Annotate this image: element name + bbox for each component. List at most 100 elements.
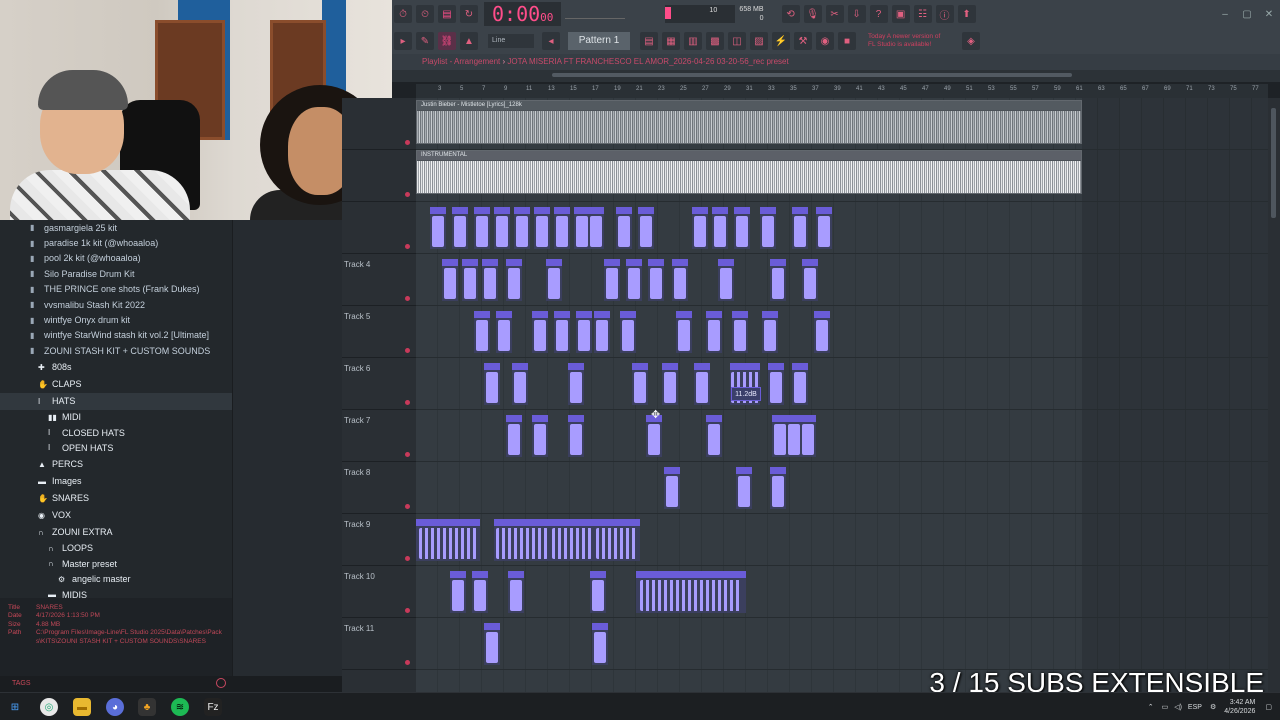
audio-clip-labeled[interactable]: JOTA MISERIA F_19-52_rec preset: [636, 571, 746, 613]
news-ticker[interactable]: Today A newer version of FL Studio is av…: [868, 33, 960, 49]
track-header[interactable]: Track 4: [342, 254, 416, 306]
clock[interactable]: 3:42 AM 4/26/2026: [1224, 698, 1255, 716]
audio-clip-labeled[interactable]: 30T..preset: [416, 519, 480, 561]
audio-clip[interactable]: [506, 415, 522, 457]
track-header[interactable]: Track 11: [342, 618, 416, 670]
track-header[interactable]: [342, 202, 416, 254]
mixer-window-icon[interactable]: ▩: [706, 32, 724, 50]
mic-input-icon[interactable]: ◉: [816, 32, 834, 50]
audio-clip-labeled[interactable]: ..preset: [594, 519, 640, 561]
audio-clip[interactable]: [554, 311, 570, 353]
tray-chevron-icon[interactable]: ⌃: [1148, 703, 1154, 711]
snap-select[interactable]: Line: [488, 34, 534, 48]
audio-clip-instrumental[interactable]: INSTRUMENTAL: [416, 150, 1082, 194]
track-record-icon[interactable]: [405, 192, 410, 197]
channel-rack-icon[interactable]: ▦: [662, 32, 680, 50]
download-icon[interactable]: ⇩: [847, 5, 866, 23]
undo-icon[interactable]: ⟲: [781, 5, 800, 23]
audio-clip[interactable]: [508, 571, 524, 613]
system-tray[interactable]: ⌃ ▭ ◁) ESP ⚙ 3:42 AM 4/26/2026 ▢: [1148, 696, 1272, 718]
audio-clip[interactable]: [664, 467, 680, 509]
browser-folder[interactable]: ▮ wintfye StarWind stash kit vol.2 [Ultim…: [0, 328, 232, 343]
audio-clip[interactable]: [620, 311, 636, 353]
audio-clip[interactable]: [546, 259, 562, 301]
browser-folder[interactable]: ▮ Silo Paradise Drum Kit: [0, 266, 232, 281]
audio-clip[interactable]: [588, 207, 604, 249]
audio-clip[interactable]: [506, 259, 522, 301]
audio-clip[interactable]: [494, 207, 510, 249]
audio-clip[interactable]: [496, 311, 512, 353]
track-header[interactable]: Track 5: [342, 306, 416, 358]
audio-clip[interactable]: [450, 571, 466, 613]
browser-subfolder[interactable]: ✋ SNARES: [0, 490, 232, 507]
wait-icon[interactable]: ⏲: [416, 5, 434, 23]
wrench-icon[interactable]: ⚒: [794, 32, 812, 50]
audio-clip[interactable]: [532, 311, 548, 353]
horizontal-scrollbar[interactable]: [392, 70, 1280, 82]
track-header[interactable]: Track 6: [342, 358, 416, 410]
plug-icon[interactable]: ⚡: [772, 32, 790, 50]
loop-record-icon[interactable]: ↻: [460, 5, 478, 23]
minimize-icon[interactable]: –: [1216, 5, 1234, 23]
audio-clip[interactable]: [694, 363, 710, 405]
track-record-icon[interactable]: [405, 556, 410, 561]
browser-subfolder[interactable]: I HATS: [0, 392, 232, 410]
settings-icon[interactable]: ⚙: [1210, 703, 1216, 711]
browser-scroll[interactable]: [232, 676, 342, 692]
browser-subfolder[interactable]: ▲ PERCS: [0, 456, 232, 473]
browser-subfolder[interactable]: ▮▮ MIDI: [0, 410, 232, 425]
audio-clip[interactable]: [792, 363, 808, 405]
browser-subfolder[interactable]: ✋ CLAPS: [0, 376, 232, 393]
network-icon[interactable]: ▭: [1162, 703, 1169, 711]
plugin-icon[interactable]: ◫: [728, 32, 746, 50]
audio-clip[interactable]: [442, 259, 458, 301]
audio-clip[interactable]: [474, 311, 490, 353]
volume-icon[interactable]: ◁): [1174, 703, 1182, 711]
track-record-icon[interactable]: [405, 244, 410, 249]
link-icon[interactable]: ⛓: [438, 32, 456, 50]
audio-clip[interactable]: [792, 207, 808, 249]
browser-folder[interactable]: ▮ THE PRINCE one shots (Frank Dukes): [0, 282, 232, 297]
audio-clip-labeled[interactable]: ..eset: [550, 519, 594, 561]
audio-clip[interactable]: [534, 207, 550, 249]
track-record-icon[interactable]: [405, 608, 410, 613]
browser-folder[interactable]: ▮ gasmargiela 25 kit: [0, 220, 232, 235]
timeline-ruler[interactable]: 3 5 7 9 11 13 15 17 19 21 23 25 27 29 31 33 35 37 39 41 43 45…: [416, 84, 1268, 98]
pattern-prev-icon[interactable]: ◂: [542, 32, 560, 50]
audio-clip[interactable]: [718, 259, 734, 301]
notification-icon[interactable]: ▢: [1265, 703, 1272, 711]
audio-clip[interactable]: [604, 259, 620, 301]
audio-clip[interactable]: [576, 311, 592, 353]
audio-clip[interactable]: [662, 363, 678, 405]
audio-clip[interactable]: [770, 259, 786, 301]
browser-subfolder[interactable]: ⚙ angelic master: [0, 571, 232, 586]
playlist-icon[interactable]: ▤: [640, 32, 658, 50]
stop-icon[interactable]: ■: [838, 32, 856, 50]
arrow-icon[interactable]: ▸: [394, 32, 412, 50]
export-icon[interactable]: ⬆: [957, 5, 976, 23]
browser-folder[interactable]: ▮ paradise 1k kit (@whoaaloa): [0, 235, 232, 250]
track-record-icon[interactable]: [405, 140, 410, 145]
audio-clip[interactable]: [512, 363, 528, 405]
audio-clip[interactable]: [638, 207, 654, 249]
close-icon[interactable]: ✕: [1260, 5, 1278, 23]
spotify-icon[interactable]: ≋: [171, 698, 189, 716]
browser-subfolder[interactable]: I CLOSED HATS: [0, 425, 232, 440]
browser-icon[interactable]: ▨: [750, 32, 768, 50]
browser-subfolder[interactable]: ∩ Master preset: [0, 556, 232, 571]
audio-clip-labeled[interactable]: 3. reset: [494, 519, 550, 561]
audio-clip[interactable]: [474, 207, 490, 249]
audio-clip-vocal[interactable]: Justin Bieber - Mistletoe [Lyrics]_128k: [416, 100, 1082, 144]
scroll-thumb[interactable]: [552, 73, 1072, 77]
audio-clip[interactable]: [814, 311, 830, 353]
audio-clip[interactable]: [452, 207, 468, 249]
pencil-icon[interactable]: ✎: [416, 32, 434, 50]
audio-clip[interactable]: [706, 415, 722, 457]
browser-subfolder[interactable]: I OPEN HATS: [0, 440, 232, 455]
audio-clip[interactable]: [816, 207, 832, 249]
track-header[interactable]: Track 10: [342, 566, 416, 618]
browser-subfolder[interactable]: ✚ 808s: [0, 359, 232, 376]
browser-folder[interactable]: ▮ vvsmalibu Stash Kit 2022: [0, 297, 232, 312]
audio-clip[interactable]: [568, 415, 584, 457]
audio-clip[interactable]: [554, 207, 570, 249]
